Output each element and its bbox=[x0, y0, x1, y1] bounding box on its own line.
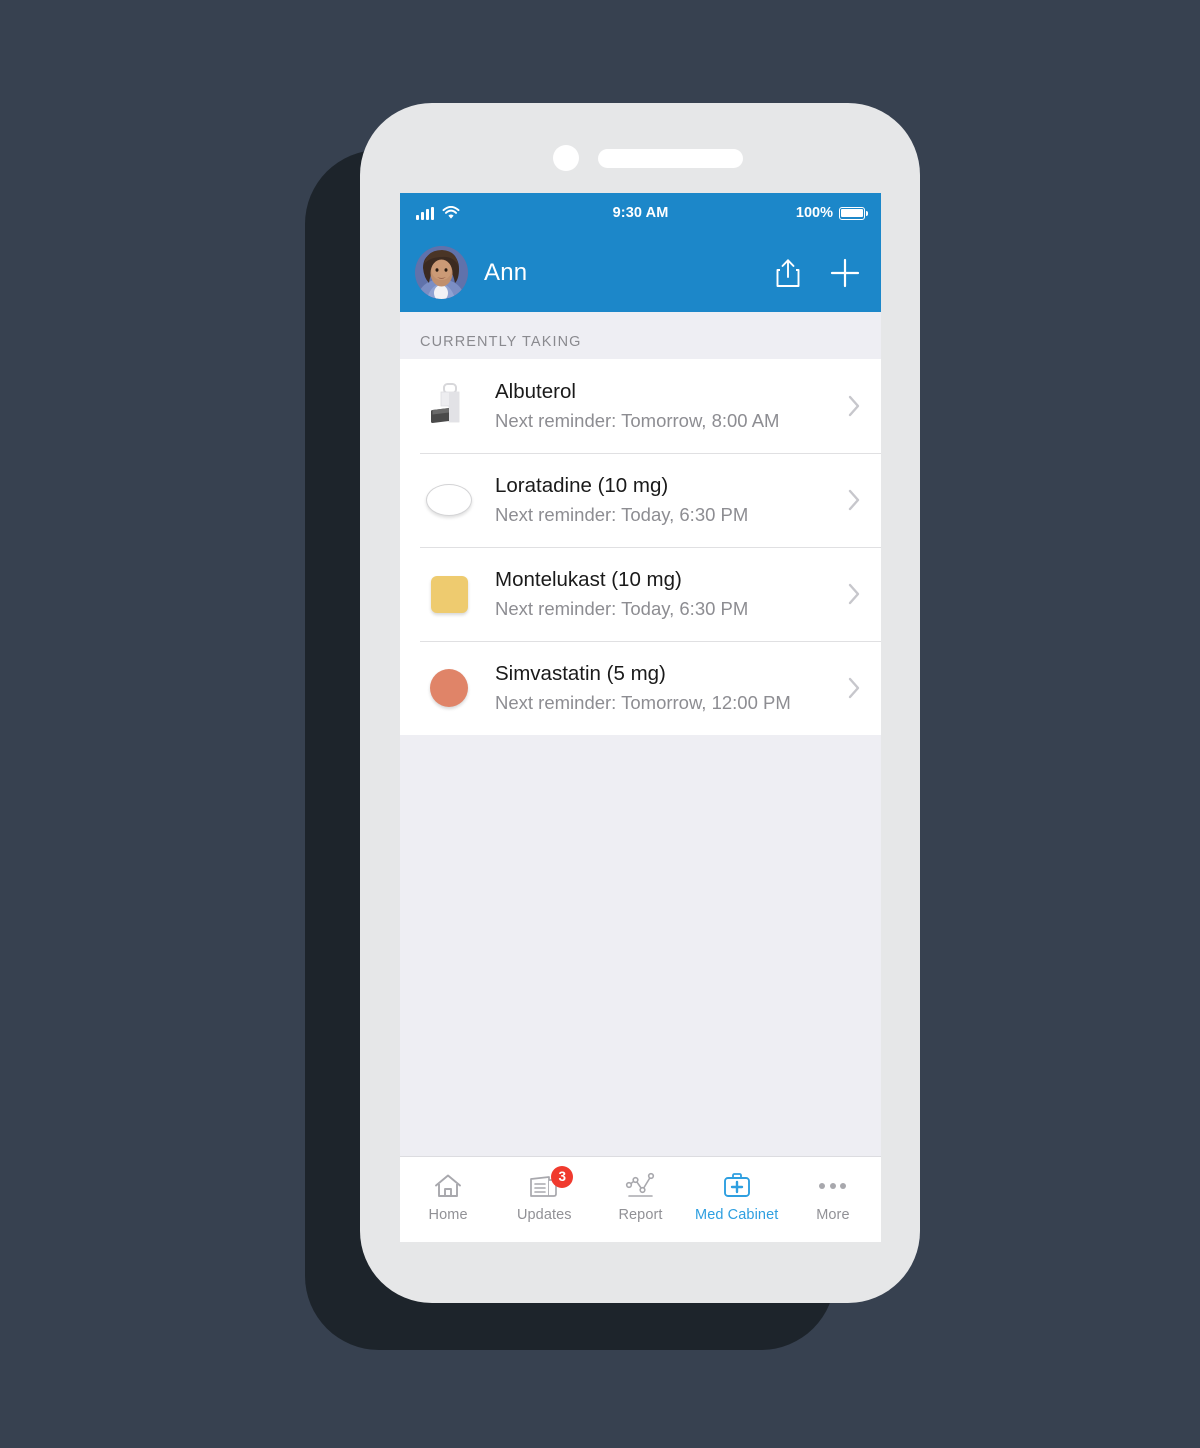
table-row[interactable]: Loratadine (10 mg) Next reminder: Today,… bbox=[400, 453, 881, 547]
share-icon[interactable] bbox=[775, 258, 801, 288]
phone-screen: 9:30 AM 100% Ann CURRENTLY TAKING Albute… bbox=[400, 193, 881, 1242]
avatar[interactable] bbox=[415, 246, 468, 299]
pill-oval-icon bbox=[420, 471, 478, 529]
medkit-icon bbox=[722, 1171, 752, 1201]
tab-home[interactable]: Home bbox=[400, 1157, 496, 1232]
tab-label: Report bbox=[618, 1206, 663, 1223]
line-chart-icon bbox=[625, 1171, 657, 1201]
tab-more[interactable]: More bbox=[785, 1157, 881, 1232]
status-bar-left bbox=[416, 206, 460, 220]
medication-name: Simvastatin (5 mg) bbox=[495, 661, 666, 685]
medication-reminder: Next reminder: Tomorrow, 8:00 AM bbox=[495, 410, 780, 432]
tab-label: Home bbox=[428, 1206, 468, 1223]
tab-label: Med Cabinet bbox=[695, 1206, 779, 1223]
section-title: CURRENTLY TAKING bbox=[420, 334, 582, 350]
pill-circle-icon bbox=[420, 659, 478, 717]
wifi-icon bbox=[442, 206, 460, 219]
medication-name: Albuterol bbox=[495, 379, 576, 403]
status-bar: 9:30 AM 100% bbox=[400, 193, 881, 233]
screen-bottom-strip bbox=[400, 1232, 881, 1242]
status-badge: 3 bbox=[551, 1165, 574, 1188]
empty-content-area bbox=[400, 735, 881, 1156]
earpiece-speaker bbox=[598, 149, 743, 168]
section-header: CURRENTLY TAKING bbox=[400, 312, 881, 359]
medication-reminder: Next reminder: Today, 6:30 PM bbox=[495, 504, 749, 526]
table-row[interactable]: Albuterol Next reminder: Tomorrow, 8:00 … bbox=[400, 359, 881, 453]
bottom-tab-bar: Home 3 Updates Report Med Cabinet More bbox=[400, 1156, 881, 1232]
battery-percentage: 100% bbox=[795, 205, 833, 221]
chevron-right-icon[interactable] bbox=[847, 676, 861, 700]
medication-info: Montelukast (10 mg) Next reminder: Today… bbox=[495, 567, 847, 622]
chevron-right-icon[interactable] bbox=[847, 582, 861, 606]
signal-bars-icon bbox=[416, 206, 434, 220]
medication-name: Montelukast (10 mg) bbox=[495, 567, 682, 591]
medication-reminder: Next reminder: Today, 6:30 PM bbox=[495, 598, 749, 620]
medication-name: Loratadine (10 mg) bbox=[495, 473, 669, 497]
inhaler-icon bbox=[420, 377, 478, 435]
chevron-right-icon[interactable] bbox=[847, 394, 861, 418]
table-row[interactable]: Simvastatin (5 mg) Next reminder: Tomorr… bbox=[400, 641, 881, 735]
table-row[interactable]: Montelukast (10 mg) Next reminder: Today… bbox=[400, 547, 881, 641]
medication-info: Loratadine (10 mg) Next reminder: Today,… bbox=[495, 473, 847, 528]
plus-icon[interactable] bbox=[829, 257, 861, 289]
phone-top-bezel bbox=[360, 103, 920, 193]
tab-updates[interactable]: 3 Updates bbox=[496, 1157, 592, 1232]
medication-info: Albuterol Next reminder: Tomorrow, 8:00 … bbox=[495, 379, 847, 434]
tab-med-cabinet[interactable]: Med Cabinet bbox=[689, 1157, 785, 1232]
battery-full-icon bbox=[839, 206, 868, 220]
user-name: Ann bbox=[484, 258, 528, 286]
medication-info: Simvastatin (5 mg) Next reminder: Tomorr… bbox=[495, 661, 847, 716]
news-icon: 3 bbox=[528, 1165, 574, 1201]
pill-square-icon bbox=[420, 565, 478, 623]
header-actions bbox=[775, 257, 861, 289]
home-icon bbox=[433, 1171, 463, 1201]
tab-label: More bbox=[816, 1206, 850, 1223]
ellipsis-icon bbox=[819, 1171, 847, 1201]
status-bar-right: 100% bbox=[795, 205, 868, 221]
medication-reminder: Next reminder: Tomorrow, 12:00 PM bbox=[495, 692, 791, 714]
app-header: Ann bbox=[400, 233, 881, 312]
tab-label: Updates bbox=[516, 1206, 572, 1223]
chevron-right-icon[interactable] bbox=[847, 488, 861, 512]
phone-device: 9:30 AM 100% Ann CURRENTLY TAKING Albute… bbox=[360, 103, 920, 1303]
tab-report[interactable]: Report bbox=[592, 1157, 688, 1232]
medication-list: Albuterol Next reminder: Tomorrow, 8:00 … bbox=[400, 359, 881, 735]
front-camera-icon bbox=[553, 145, 579, 171]
